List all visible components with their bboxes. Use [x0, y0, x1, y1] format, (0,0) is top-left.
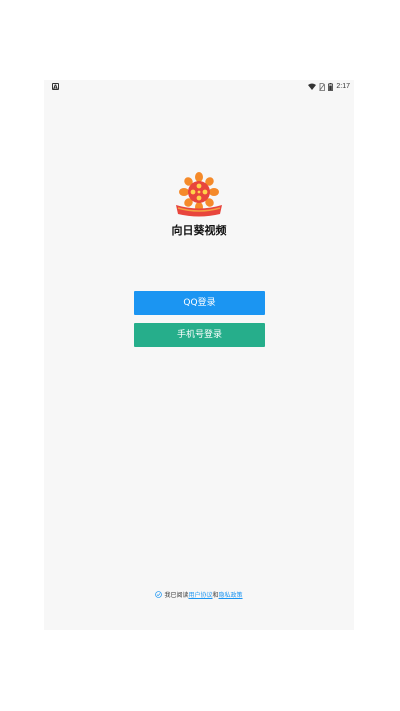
privacy-policy-link[interactable]: 隐私政策: [219, 592, 243, 599]
status-bar: A 2:17: [44, 80, 354, 93]
sunflower-logo-icon: [176, 172, 222, 217]
agreement-checkbox-icon[interactable]: [155, 591, 163, 598]
agreement-prefix: 我已阅读: [164, 592, 189, 599]
wifi-icon: [308, 83, 317, 90]
notification-icon: A: [52, 83, 59, 91]
no-sim-icon: [319, 82, 326, 91]
battery-icon: [328, 82, 334, 91]
app-name: 向日葵视频: [171, 224, 227, 237]
app-screen: A 2:17 向日葵视频 QQ登录 手机号登录 我已阅读用户协议和隐私政策: [44, 80, 354, 630]
status-time: 2:17: [336, 83, 350, 90]
phone-login-button[interactable]: 手机号登录: [134, 323, 265, 347]
qq-login-button[interactable]: QQ登录: [134, 291, 265, 315]
status-icons: 2:17: [308, 82, 350, 91]
user-agreement-link[interactable]: 用户协议: [188, 592, 212, 599]
agreement-row: 我已阅读用户协议和隐私政策: [44, 590, 354, 599]
